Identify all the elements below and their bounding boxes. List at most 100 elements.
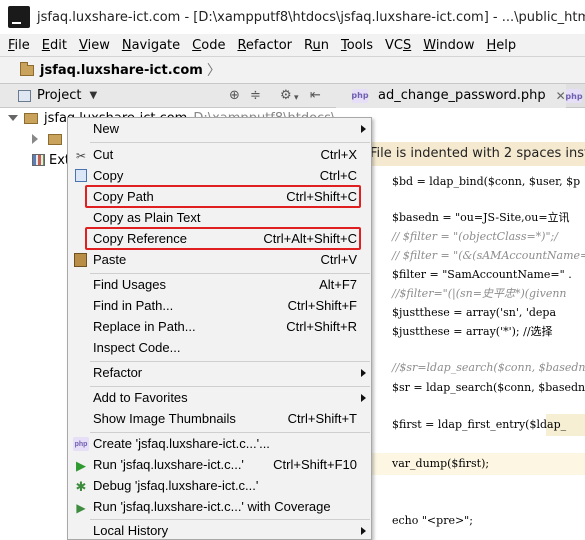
menu-item-find-in-path[interactable]: Find in Path... Ctrl+Shift+F (68, 296, 371, 317)
menu-item-label: Find in Path... (93, 298, 174, 313)
editor-tab-bar: php ad_change_password.php ✕ php (336, 83, 585, 108)
menu-edit[interactable]: Edit (42, 38, 67, 53)
menu-vcs[interactable]: VCS (385, 38, 411, 53)
menu-item-inspect-code[interactable]: Inspect Code... (68, 338, 371, 359)
title-bar: jsfaq.luxshare-ict.com - [D:\xampputf8\h… (0, 0, 585, 34)
menu-file[interactable]: File (8, 38, 30, 53)
code-line: $first = ldap_first_entry($ldap_ (392, 418, 567, 431)
menu-item-cut[interactable]: ✂ Cut Ctrl+X (68, 145, 371, 166)
menu-item-show-image-thumbnails[interactable]: Show Image Thumbnails Ctrl+Shift+T (68, 409, 371, 430)
menu-item-shortcut: Alt+F7 (319, 277, 357, 292)
menu-window[interactable]: Window (423, 38, 474, 53)
menu-item-label: Run 'jsfaq.luxshare-ict.c...' (93, 457, 244, 472)
coverage-icon: ▶ (76, 501, 86, 515)
menu-item-label: Copy (93, 168, 124, 183)
menu-item-label: Copy Path (93, 189, 154, 204)
menu-separator (90, 432, 370, 433)
menu-item-label: Copy Reference (93, 231, 187, 246)
code-line: //$sr=ldap_search($conn, $basedn (392, 361, 585, 374)
expand-arrow-icon[interactable] (8, 115, 18, 121)
external-libraries-icon (32, 154, 45, 166)
menu-item-shortcut: Ctrl+Shift+F (287, 298, 357, 313)
menu-item-label: New (93, 121, 120, 136)
submenu-arrow-icon (361, 369, 366, 377)
window-title: jsfaq.luxshare-ict.com - [D:\xampputf8\h… (37, 9, 585, 25)
folder-icon (20, 61, 34, 76)
menu-separator (90, 386, 370, 387)
menu-item-find-usages[interactable]: Find Usages Alt+F7 (68, 275, 371, 296)
menu-navigate[interactable]: Navigate (122, 38, 180, 53)
menu-item-debug[interactable]: ✱ Debug 'jsfaq.luxshare-ict.c...' (68, 476, 371, 497)
menu-item-add-to-favorites[interactable]: Add to Favorites (68, 388, 371, 409)
menu-item-copy-path[interactable]: Copy Path Ctrl+Shift+C (68, 187, 371, 208)
phpstorm-logo-icon (8, 6, 30, 28)
menu-item-shortcut: Ctrl+Shift+R (286, 319, 357, 334)
folder-icon (24, 112, 38, 124)
php-file-icon[interactable]: php (565, 89, 583, 103)
menu-item-label: Find Usages (93, 277, 166, 292)
menu-code[interactable]: Code (192, 38, 225, 53)
code-line: $bd = ldap_bind($conn, $user, $p (392, 175, 581, 188)
menu-item-create-configuration[interactable]: php Create 'jsfaq.luxshare-ict.c...'... (68, 434, 371, 455)
menu-item-run-with-coverage[interactable]: ▶ Run 'jsfaq.luxshare-ict.c...' with Cov… (68, 497, 371, 518)
menu-item-copy-as-plain-text[interactable]: Copy as Plain Text (68, 208, 371, 229)
menu-item-label: Paste (93, 252, 127, 267)
tree-row-child[interactable] (32, 129, 62, 149)
menu-item-refactor[interactable]: Refactor (68, 363, 371, 384)
collapse-arrow-icon[interactable] (32, 134, 38, 144)
clipboard-icon (74, 253, 87, 267)
menu-item-copy[interactable]: Copy Ctrl+C (68, 166, 371, 187)
menu-refactor[interactable]: Refactor (237, 38, 292, 53)
menu-file-rest: ile (14, 37, 30, 53)
menu-separator (90, 519, 370, 520)
folder-icon (48, 133, 62, 145)
code-line: $sr = ldap_search($conn, $basedn (392, 381, 585, 394)
menu-run[interactable]: Run (304, 38, 329, 53)
menu-bar: File Edit View Navigate Code Refactor Ru… (0, 34, 585, 56)
menu-item-label: Run 'jsfaq.luxshare-ict.c...' with Cover… (93, 499, 331, 514)
project-panel-title[interactable]: Project (37, 88, 81, 103)
menu-item-label: Show Image Thumbnails (93, 411, 236, 426)
code-line: $basedn = "ou=JS-Site,ou=立讯 (392, 211, 570, 224)
submenu-arrow-icon (361, 125, 366, 133)
menu-item-replace-in-path[interactable]: Replace in Path... Ctrl+Shift+R (68, 317, 371, 338)
close-tab-icon[interactable]: ✕ (556, 89, 566, 103)
scissors-icon: ✂ (75, 149, 87, 163)
menu-item-label: Local History (93, 523, 169, 538)
menu-item-shortcut: Ctrl+C (319, 168, 357, 183)
context-menu: New ✂ Cut Ctrl+X Copy Ctrl+C Copy Path C… (67, 117, 372, 540)
breadcrumb-chevron-icon: 〉 (206, 63, 221, 79)
submenu-arrow-icon (361, 394, 366, 402)
menu-item-local-history[interactable]: Local History (68, 521, 371, 540)
menu-item-run[interactable]: ▶ Run 'jsfaq.luxshare-ict.c...' Ctrl+Shi… (68, 455, 371, 476)
menu-item-shortcut: Ctrl+Alt+Shift+C (263, 231, 357, 246)
copy-icon (75, 169, 87, 182)
menu-item-new[interactable]: New (68, 119, 371, 140)
project-icon (18, 89, 31, 102)
menu-item-paste[interactable]: Paste Ctrl+V (68, 250, 371, 271)
menu-view[interactable]: View (79, 38, 110, 53)
gear-icon[interactable]: ⚙ (280, 89, 292, 103)
menu-separator (90, 361, 370, 362)
menu-item-label: Inspect Code... (93, 340, 181, 355)
code-line: $justthese = array('*'); //选择 (392, 325, 553, 338)
menu-tools[interactable]: Tools (341, 38, 373, 53)
run-icon: ▶ (76, 458, 86, 473)
code-line: var_dump($first); (392, 457, 490, 470)
sync-icon[interactable]: ⊕ (229, 89, 240, 103)
tree-row-external-libraries[interactable]: Ext (32, 150, 70, 170)
project-view-dropdown-icon[interactable]: ▼ (89, 90, 97, 101)
hide-panel-icon[interactable]: ⇤ (310, 89, 321, 103)
menu-item-label: Debug 'jsfaq.luxshare-ict.c...' (93, 478, 259, 493)
code-editor[interactable]: File is indented with 2 spaces instead o… (336, 108, 585, 540)
gear-dropdown-icon[interactable]: ▾ (294, 91, 299, 105)
menu-item-copy-reference[interactable]: Copy Reference Ctrl+Alt+Shift+C (68, 229, 371, 250)
editor-tab[interactable]: php ad_change_password.php ✕ (336, 83, 566, 108)
navigation-bar: jsfaq.luxshare-ict.com 〉 (0, 56, 585, 84)
menu-item-label: Add to Favorites (93, 390, 188, 405)
collapse-all-icon[interactable]: ≑ (250, 89, 261, 103)
breadcrumb-project[interactable]: jsfaq.luxshare-ict.com (40, 63, 203, 78)
menu-item-shortcut: Ctrl+Shift+F10 (273, 457, 357, 472)
menu-separator (90, 273, 370, 274)
menu-help[interactable]: Help (487, 38, 517, 53)
